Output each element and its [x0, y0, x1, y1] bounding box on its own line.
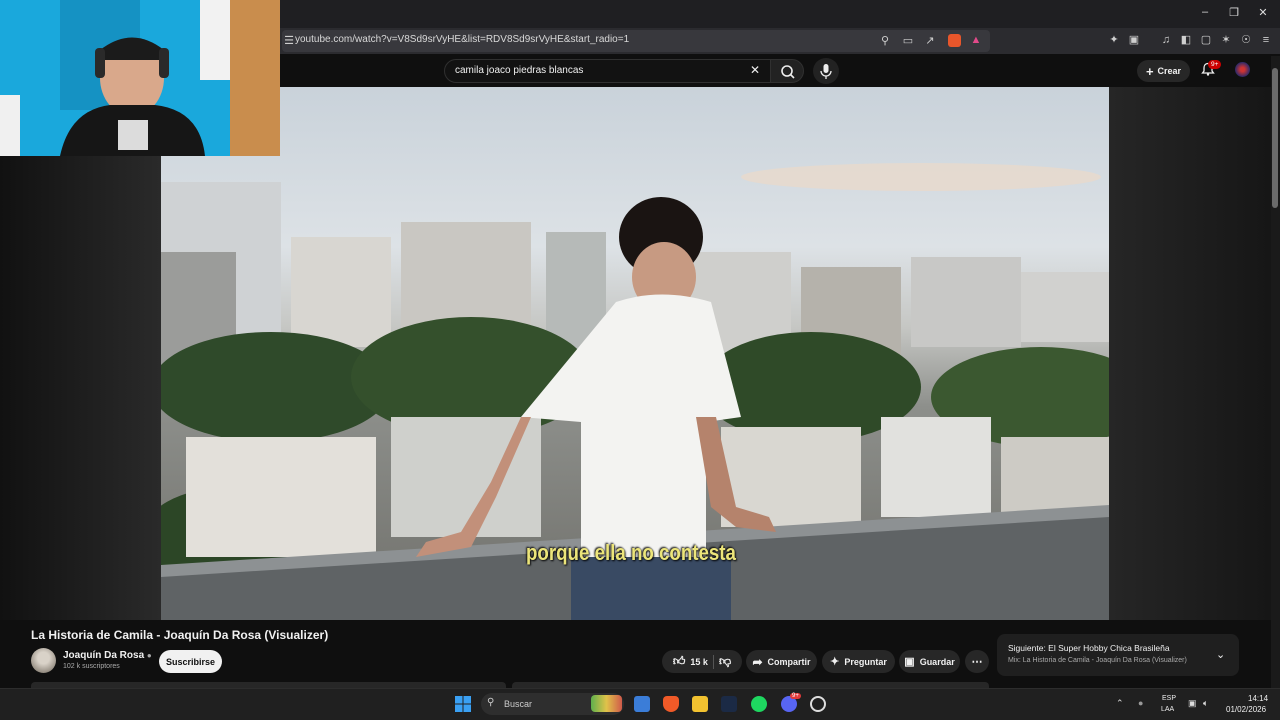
scrollbar-thumb[interactable] — [1272, 68, 1278, 208]
volume-icon[interactable]: 🔈︎ — [1203, 698, 1208, 709]
share-label: Compartir — [767, 656, 811, 667]
layout-indicator[interactable]: LAA — [1161, 706, 1174, 713]
search-button[interactable] — [770, 59, 804, 83]
create-button[interactable]: + Crear — [1137, 60, 1190, 82]
windows-logo-icon — [455, 696, 471, 712]
next-up-card[interactable] — [997, 634, 1239, 676]
ask-button[interactable]: ✦ Preguntar — [822, 650, 895, 673]
create-label: Crear — [1157, 66, 1182, 76]
taskbar-search-label: Buscar — [504, 699, 533, 709]
cast-icon[interactable]: ▭ — [902, 35, 914, 47]
search-icon: ⚲ — [487, 697, 495, 708]
webcam-image — [0, 0, 280, 156]
video-subtitle: porque ella no contesta — [526, 540, 736, 565]
url-text[interactable]: youtube.com/watch?v=V8Sd9srVyHE&list=RDV… — [295, 34, 629, 45]
subscribe-button[interactable]: Suscribirse — [159, 650, 222, 673]
like-dislike-group: 👍︎ 15 k 👎︎ — [662, 650, 742, 673]
voice-search-button[interactable] — [813, 58, 839, 84]
sidebar-toggle-icon[interactable]: ◧ — [1180, 34, 1192, 46]
save-button[interactable]: ▣ Guardar — [899, 650, 960, 673]
menu-icon[interactable]: ≡ — [1260, 34, 1272, 46]
webcam-overlay — [0, 0, 280, 156]
more-actions-button[interactable]: ⋯ — [965, 650, 989, 673]
search-icon — [781, 65, 795, 79]
search-highlight-icon — [591, 695, 622, 712]
tray-chevron-icon[interactable]: ⌃ — [1116, 698, 1124, 709]
photos-app-icon[interactable] — [634, 696, 650, 712]
site-info-icon[interactable]: ☰ — [283, 35, 295, 47]
vpn-shield-icon[interactable]: ☉ — [1240, 34, 1252, 46]
leo-ai-icon[interactable]: ✶ — [1220, 34, 1232, 46]
plus-icon: + — [1145, 63, 1154, 79]
next-up-title: Siguiente: El Super Hobby Chica Brasileñ… — [1008, 643, 1170, 653]
more-icon: ⋯ — [971, 656, 983, 668]
share-icon: ➦ — [752, 654, 763, 669]
save-label: Guardar — [919, 656, 955, 667]
windows-start-icon[interactable] — [455, 696, 471, 712]
bookmark-icon: ▣ — [904, 656, 915, 668]
obs-icon[interactable] — [810, 696, 826, 712]
verified-icon: ● — [146, 651, 152, 660]
network-icon[interactable]: ▣ — [1188, 698, 1197, 709]
thumbs-up-icon: 👍︎ — [672, 654, 686, 668]
channel-name[interactable]: Joaquín Da Rosa ● — [63, 650, 152, 661]
search-input[interactable]: camila joaco piedras blancas — [455, 65, 583, 76]
subscriber-count: 102 k suscriptores — [63, 663, 120, 670]
microphone-icon — [820, 64, 832, 79]
clear-search-icon[interactable]: ✕ — [750, 63, 760, 77]
file-explorer-icon[interactable] — [692, 696, 708, 712]
channel-avatar[interactable] — [31, 648, 56, 673]
minimize-icon[interactable]: – — [1195, 6, 1215, 18]
extensions-icon[interactable]: ✦ — [1108, 34, 1120, 46]
share-page-icon[interactable]: ↗ — [924, 35, 936, 47]
dislike-button[interactable]: 👎︎ — [719, 654, 731, 669]
ask-label: Preguntar — [844, 656, 887, 667]
steam-icon[interactable] — [721, 696, 737, 712]
brave-browser-icon[interactable] — [663, 696, 679, 712]
account-avatar[interactable] — [1235, 62, 1250, 77]
discord-badge: 9+ — [790, 693, 801, 699]
next-up-mix: Mix: La Historia de Camila - Joaquín Da … — [1008, 657, 1187, 664]
wallet-icon[interactable]: ▢ — [1200, 34, 1212, 46]
clock-date[interactable]: 01/02/2026 — [1226, 705, 1266, 714]
zoom-icon[interactable]: ⚲ — [879, 35, 891, 47]
video-title: La Historia de Camila - Joaquín Da Rosa … — [31, 628, 329, 642]
music-icon[interactable]: ♫ — [1160, 34, 1172, 46]
chevron-down-icon[interactable]: ⌄ — [1216, 648, 1225, 661]
brave-rewards-icon[interactable]: ▲ — [970, 34, 982, 46]
language-indicator[interactable]: ESP — [1162, 695, 1176, 702]
divider — [712, 654, 714, 669]
notification-count-badge: 9+ — [1208, 60, 1222, 69]
channel-name-text: Joaquín Da Rosa — [63, 650, 145, 661]
microphone-tray-icon[interactable]: ● — [1138, 698, 1143, 708]
like-count: 15 k — [690, 656, 708, 667]
sidebar-panel-icon[interactable]: ▣ — [1128, 34, 1140, 46]
sparkle-icon: ✦ — [830, 656, 840, 668]
brave-shields-icon[interactable] — [948, 34, 961, 47]
like-button[interactable]: 👍︎ 15 k — [673, 654, 708, 669]
close-icon[interactable]: ✕ — [1253, 6, 1273, 19]
spotify-icon[interactable] — [751, 696, 767, 712]
clock-time[interactable]: 14:14 — [1248, 694, 1268, 703]
ambient-left — [0, 87, 161, 620]
share-button[interactable]: ➦ Compartir — [746, 650, 817, 673]
restore-icon[interactable]: ❐ — [1224, 6, 1244, 19]
ambient-right — [1109, 87, 1271, 620]
